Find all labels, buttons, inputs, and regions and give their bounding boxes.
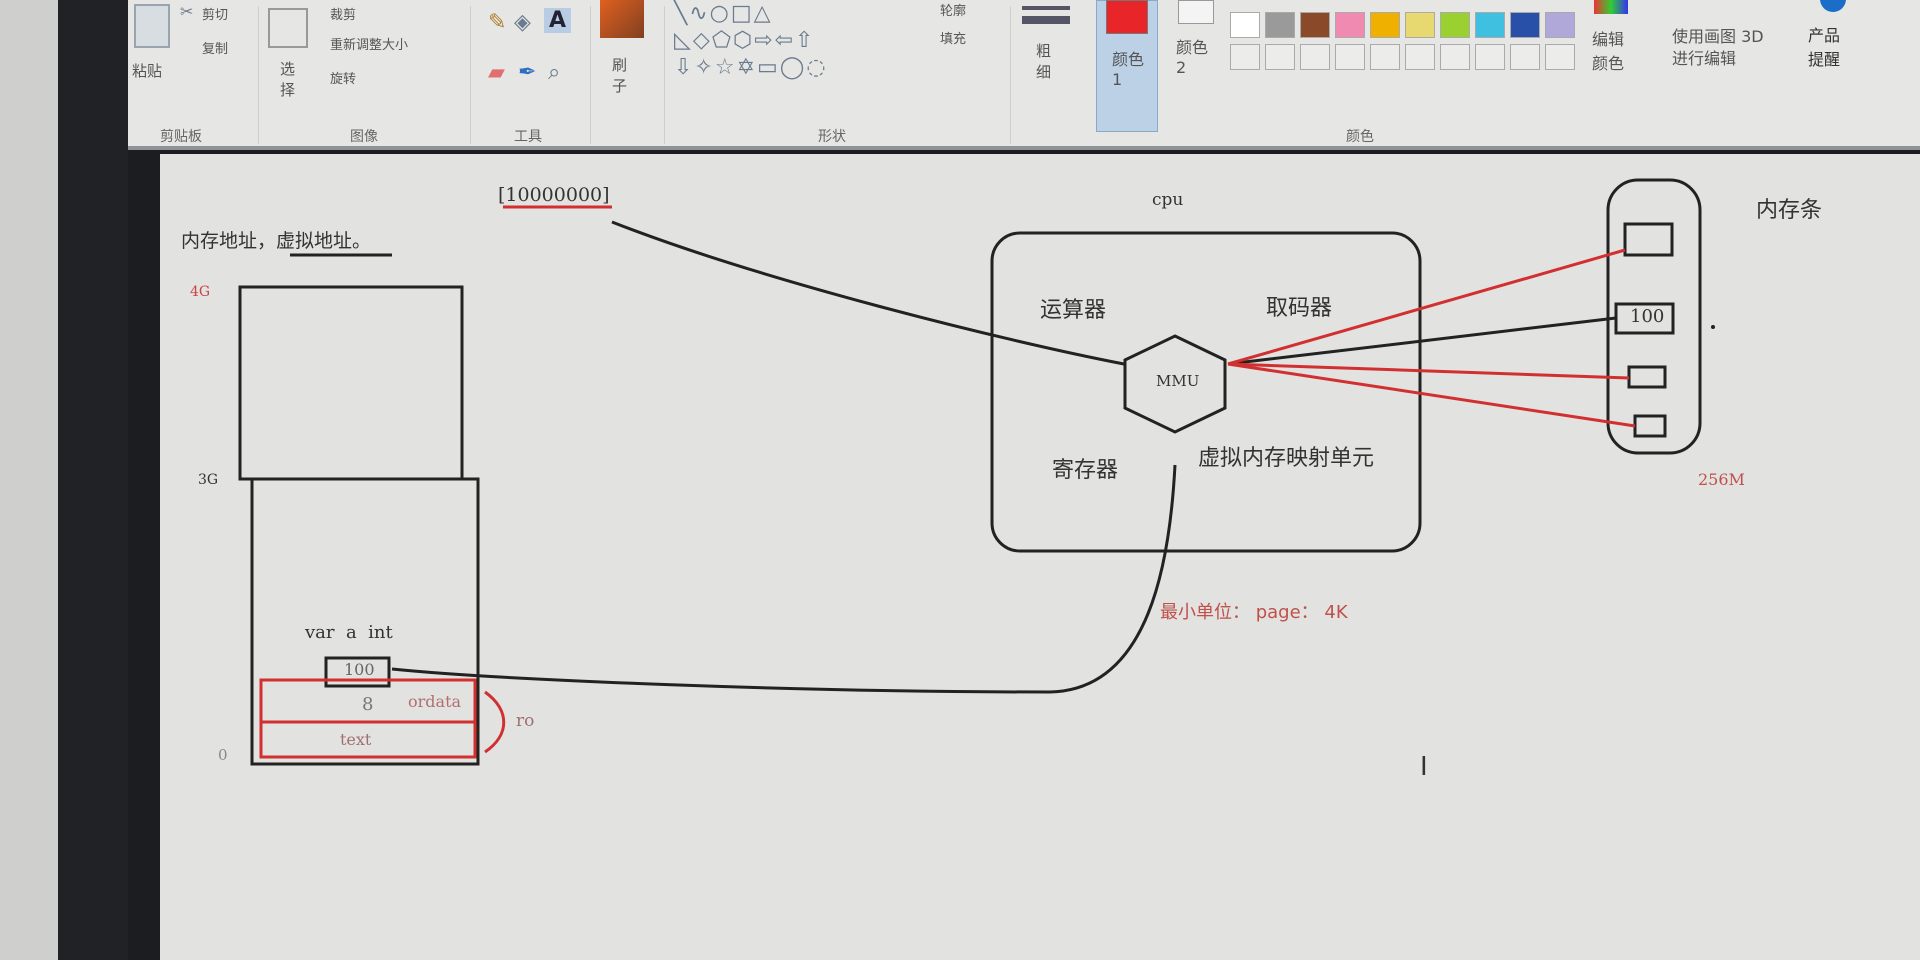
memory-size-label: 256M <box>1698 470 1745 489</box>
mmu-description: 虚拟内存映射单元 <box>1198 446 1375 471</box>
memory-cell-3 <box>1627 365 1667 389</box>
ro-bracket <box>484 690 506 754</box>
ordata-value: 8 <box>362 694 374 715</box>
ro-label: ro <box>516 711 535 731</box>
memory-cell-4 <box>1633 414 1667 438</box>
memory-cell-value: 100 <box>1630 306 1665 327</box>
fetch-label: 取码器 <box>1266 296 1333 321</box>
alu-label: 运算器 <box>1040 298 1107 323</box>
mmu-to-cell4-line <box>1227 362 1636 428</box>
axis-4g: 4G <box>190 284 211 300</box>
ordata-label: ordata <box>408 692 462 711</box>
min-unit-label: 最小单位： page： 4K <box>1160 602 1348 623</box>
register-label: 寄存器 <box>1052 458 1119 483</box>
memory-column-upper <box>238 285 464 481</box>
memory-stick-label: 内存条 <box>1756 198 1823 223</box>
diagram-lines <box>238 178 1715 766</box>
mmu-to-cell3-line <box>1227 362 1630 380</box>
text-label: text <box>340 730 372 749</box>
mmu-label: MMU <box>1156 372 1200 390</box>
diagram-title: 内存地址，虚拟地址。 <box>181 230 372 252</box>
variable-label: var a int <box>305 622 393 643</box>
mmu-to-cell-line <box>1227 316 1617 366</box>
cpu-label: cpu <box>1152 190 1184 210</box>
axis-3g: 3G <box>198 472 219 488</box>
memory-cell-1 <box>1623 222 1674 257</box>
cpu-box <box>990 231 1422 553</box>
axis-0: 0 <box>218 746 228 764</box>
address-label: [10000000] <box>498 184 610 206</box>
mmu-to-value-curve <box>391 464 1177 694</box>
value-label: 100 <box>344 660 375 679</box>
dot <box>1711 325 1715 329</box>
text-cursor-icon: I <box>1420 752 1428 782</box>
